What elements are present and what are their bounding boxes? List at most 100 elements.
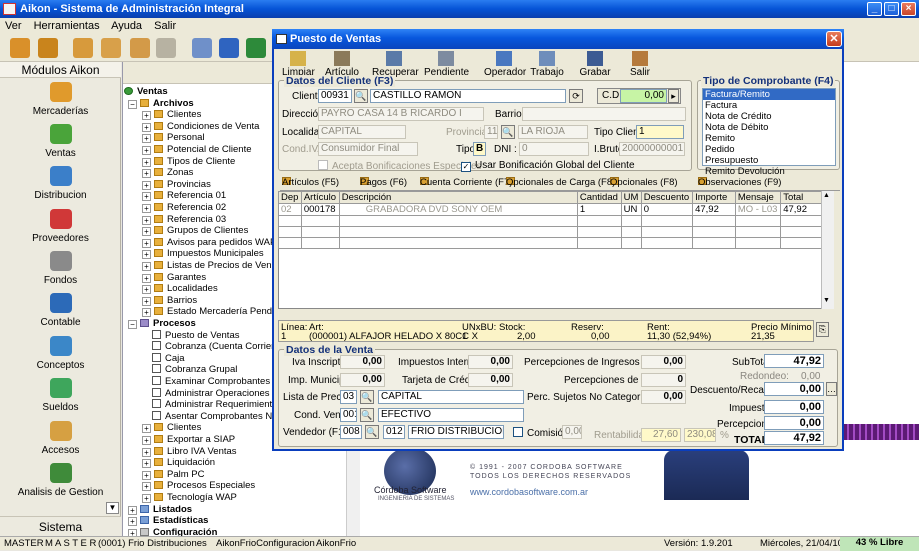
grid-header[interactable]: UM <box>620 191 642 204</box>
perc-nc-field[interactable]: 0,00 <box>641 390 686 404</box>
table-row[interactable]: 🔍✕ <box>278 226 822 238</box>
grid-cell-descuento[interactable] <box>640 215 694 227</box>
report-icon[interactable] <box>192 38 212 58</box>
module-distribucion[interactable]: Distribucion <box>0 166 121 201</box>
grid-cell-mensaje[interactable] <box>734 226 782 238</box>
tipo-comprobante-item[interactable]: Nota de Débito <box>703 122 835 133</box>
refresh-icon[interactable]: ⟳ <box>569 89 583 103</box>
grid-cell-um[interactable]: UN <box>620 203 642 216</box>
module-contable[interactable]: Contable <box>0 293 121 328</box>
tree-item[interactable]: + Zonas <box>142 167 193 179</box>
vendedor-code2-field[interactable]: 012 <box>383 425 405 439</box>
limpiar-button[interactable]: Limpiar <box>282 51 315 78</box>
tipo-comprobante-item[interactable]: Factura <box>703 100 835 111</box>
table-row[interactable]: 🔍✕ <box>278 215 822 227</box>
grid-cell-total[interactable] <box>780 215 822 227</box>
tree-item[interactable]: + Potencial de Cliente <box>142 144 252 155</box>
module-conceptos[interactable]: Conceptos <box>0 336 121 371</box>
grid-scrollbar[interactable]: ▲ ▼ <box>821 191 834 309</box>
tree-item[interactable]: + Estado Mercadería Pendiente <box>142 306 293 318</box>
minimize-button[interactable]: _ <box>867 2 882 16</box>
tree-item[interactable]: + Provincias <box>142 179 211 190</box>
tree-item[interactable]: Examinar Comprobantes <box>152 376 270 387</box>
tree-item[interactable]: + Liquidación <box>142 457 215 469</box>
table-row[interactable]: 🔍✕ <box>278 237 822 249</box>
operador-button[interactable]: Operador <box>484 51 526 78</box>
tree-item[interactable]: Cobranza (Cuenta Corriente) <box>152 341 288 352</box>
tree-item[interactable]: + Referencia 01 <box>142 190 226 202</box>
expand-icon[interactable]: + <box>142 238 151 248</box>
expand-icon[interactable]: + <box>128 505 137 515</box>
grid-header[interactable]: Cantidad <box>576 191 622 204</box>
cond-venta-field[interactable]: EFECTIVO <box>378 408 524 422</box>
tipo-comprobante-item[interactable]: Nota de Crédito <box>703 111 835 122</box>
search-icon[interactable]: 🔍 <box>360 390 374 404</box>
expand-icon[interactable]: + <box>142 459 151 469</box>
dni-field[interactable]: 0 <box>519 142 589 156</box>
tree-item[interactable]: + Localidades <box>142 283 218 295</box>
boxes-icon[interactable] <box>38 38 58 58</box>
tree-ventas[interactable]: Ventas <box>124 86 168 97</box>
boxes-icon[interactable] <box>10 38 30 58</box>
tree-item[interactable]: + Condiciones de Venta <box>142 121 259 132</box>
grid-cell-mensaje[interactable] <box>734 237 782 249</box>
trabajo-button[interactable]: Trabajo <box>529 51 565 78</box>
expand-icon[interactable]: + <box>142 273 151 283</box>
tree-item[interactable]: + Garantes <box>142 272 206 283</box>
scroll-down-icon[interactable]: ▼ <box>823 297 830 304</box>
lista-field[interactable]: CAPITAL <box>378 390 524 404</box>
module-fondos[interactable]: Fondos <box>0 251 121 286</box>
module-mercaderias[interactable]: Mercaderías <box>0 82 121 117</box>
expand-icon[interactable]: − <box>128 99 137 109</box>
grid-cell-dep[interactable]: 02 <box>278 203 302 216</box>
tree-item[interactable]: + Barrios <box>142 295 197 306</box>
search-icon[interactable]: 🔍 <box>365 425 379 439</box>
tipo-comprobante-item[interactable]: Remito Devolución <box>703 166 835 177</box>
grid-cell-descripcion[interactable] <box>338 237 578 249</box>
expand-icon[interactable]: + <box>142 111 151 121</box>
tree-estadisticas[interactable]: + Estadísticas <box>128 515 208 527</box>
lista-code-field[interactable]: 03 <box>340 390 357 404</box>
grid-cell-descripcion[interactable] <box>338 215 578 227</box>
grid-cell-dep[interactable] <box>278 226 302 238</box>
grid-cell-mensaje[interactable]: MO - L03 <box>734 203 782 216</box>
dialog-close-button[interactable]: ✕ <box>826 31 842 47</box>
expand-icon[interactable]: + <box>142 146 151 155</box>
grid-cell-descuento[interactable] <box>640 237 694 249</box>
perc-iva-field[interactable]: 0 <box>641 373 686 387</box>
search-icon[interactable]: 🔍 <box>354 89 368 103</box>
arrow-right-icon[interactable]: ▸ <box>668 89 679 103</box>
tipo-comprobante-item[interactable]: Remito <box>703 133 835 144</box>
grid-cell-cantidad[interactable] <box>576 237 622 249</box>
key-icon[interactable] <box>101 38 121 58</box>
cd-field[interactable]: 0,00 <box>620 89 667 103</box>
barrio-field[interactable] <box>522 107 686 121</box>
tree-item[interactable]: + Avisos para pedidos WAP <box>142 237 276 248</box>
menu-salir[interactable]: Salir <box>154 20 176 32</box>
tipo-comprobante-list[interactable]: Factura/Remito Factura Nota de Crédito Nota… <box>702 88 836 177</box>
fingerprint-icon[interactable] <box>156 38 176 58</box>
more-button[interactable]: … <box>826 382 837 396</box>
expand-icon[interactable]: + <box>142 204 151 213</box>
close-button[interactable]: × <box>901 2 916 16</box>
tree-item[interactable]: Puesto de Ventas <box>152 329 239 341</box>
pendiente-button[interactable]: Pendiente <box>424 51 469 78</box>
impuestos-internos-field[interactable]: 0,00 <box>468 355 513 369</box>
tree-item[interactable]: Caja <box>152 352 185 364</box>
expand-icon[interactable]: + <box>142 157 151 167</box>
provincia-code-field[interactable]: 11 <box>484 125 498 139</box>
tree-item[interactable]: + Referencia 03 <box>142 214 226 225</box>
expand-icon[interactable]: + <box>142 482 151 492</box>
expand-icon[interactable]: + <box>142 447 151 457</box>
expand-icon[interactable]: + <box>142 424 151 434</box>
tree-procesos[interactable]: − Procesos <box>128 318 196 329</box>
expand-icon[interactable]: + <box>142 169 151 179</box>
rentabilidad-field[interactable]: 27,60 <box>641 428 681 442</box>
expand-icon[interactable]: + <box>142 285 151 295</box>
recuperar-button[interactable]: Recuperar <box>372 51 419 78</box>
tree-item[interactable]: + Impuestos Municipales <box>142 248 264 260</box>
tree-item[interactable]: + Referencia 02 <box>142 202 226 213</box>
expand-icon[interactable]: + <box>142 436 151 445</box>
grid-cell-um[interactable] <box>620 237 642 249</box>
grid-header[interactable]: Dep <box>278 191 302 204</box>
